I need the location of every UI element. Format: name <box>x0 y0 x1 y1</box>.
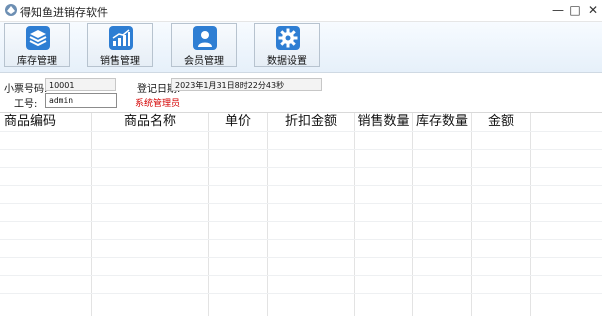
column-header-sales-qty[interactable]: 销售数量 <box>355 113 412 131</box>
inventory-management-button[interactable]: 库存管理 <box>4 23 70 67</box>
receipt-number-field[interactable]: 10001 <box>45 78 116 91</box>
receipt-number-label: 小票号码: <box>4 84 48 95</box>
data-settings-label: 数据设置 <box>267 56 307 67</box>
column-header-product-name[interactable]: 商品名称 <box>92 113 208 131</box>
grid-row-line <box>0 293 602 294</box>
grid-row-line <box>0 221 602 222</box>
member-management-label: 会员管理 <box>184 56 224 67</box>
data-settings-button[interactable]: 数据设置 <box>254 23 320 67</box>
window-title: 得知鱼进销存软件 <box>20 6 108 19</box>
grid-divider <box>412 113 413 316</box>
grid-divider <box>267 113 268 316</box>
grid-row-line <box>0 185 602 186</box>
toolbar: 库存管理 销售管理 会员管理 数据设置 <box>0 22 602 73</box>
date-field[interactable]: 2023年1月31日8时22分43秒 <box>171 78 322 91</box>
grid-row-line <box>0 275 602 276</box>
grid-divider <box>530 113 531 316</box>
column-header-discount[interactable]: 折扣金额 <box>268 113 354 131</box>
staff-id-input[interactable]: admin <box>45 93 117 108</box>
grid-row-line <box>0 203 602 204</box>
member-management-button[interactable]: 会员管理 <box>171 23 237 67</box>
grid-divider <box>208 113 209 316</box>
layers-icon <box>26 26 50 50</box>
grid-row-line <box>0 167 602 168</box>
grid-divider <box>471 113 472 316</box>
user-icon <box>193 26 217 50</box>
sales-management-label: 销售管理 <box>100 56 140 67</box>
column-header-unit-price[interactable]: 单价 <box>209 113 267 131</box>
role-text: 系统管理员 <box>135 99 181 109</box>
column-header-amount[interactable]: 金额 <box>472 113 530 131</box>
gear-icon <box>276 26 300 50</box>
app-icon <box>5 4 17 16</box>
grid-row-line <box>0 131 602 132</box>
close-button[interactable]: ✕ <box>585 2 601 18</box>
grid-row-line <box>0 149 602 150</box>
title-bar: 得知鱼进销存软件 — □ ✕ <box>0 0 602 22</box>
order-form: 小票号码: 10001 登记日期: 2023年1月31日8时22分43秒 工号:… <box>0 73 602 111</box>
grid-row-line <box>0 257 602 258</box>
minimize-button[interactable]: — <box>550 2 566 18</box>
staff-id-label: 工号: <box>14 99 38 110</box>
grid-divider <box>91 113 92 316</box>
grid-row-line <box>0 239 602 240</box>
grid-divider <box>354 113 355 316</box>
column-header-stock-qty[interactable]: 库存数量 <box>413 113 471 131</box>
bar-chart-icon <box>109 26 133 50</box>
sales-grid[interactable]: 商品编码 商品名称 单价 折扣金额 销售数量 库存数量 金额 <box>0 112 602 316</box>
sales-management-button[interactable]: 销售管理 <box>87 23 153 67</box>
column-header-product-code[interactable]: 商品编码 <box>0 113 90 131</box>
inventory-management-label: 库存管理 <box>17 56 57 67</box>
maximize-button[interactable]: □ <box>567 2 583 18</box>
